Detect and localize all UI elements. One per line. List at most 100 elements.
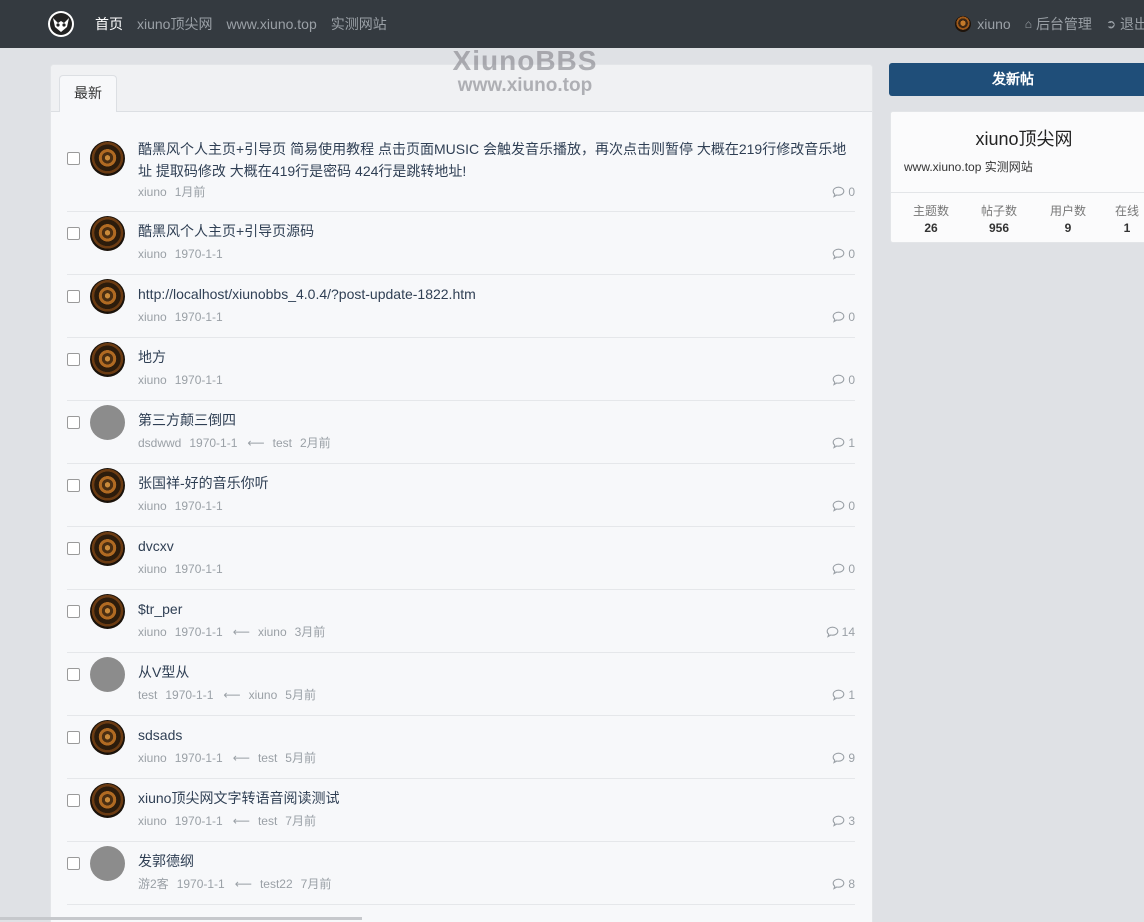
author-avatar[interactable] (90, 216, 125, 251)
watermark: XiunoBBS www.xiuno.top (440, 46, 610, 96)
sign-out-icon: ➲ (1105, 17, 1116, 31)
author-avatar[interactable] (90, 279, 125, 314)
thread-title[interactable]: 张国祥-好的音乐你听 (138, 472, 849, 494)
author-avatar[interactable] (90, 531, 125, 566)
thread-checkbox[interactable] (67, 152, 80, 165)
thread-author[interactable]: dsdwwd (138, 436, 181, 450)
thread-title[interactable]: 地方 (138, 346, 849, 368)
last-reply-user[interactable]: test22 (260, 877, 293, 891)
author-avatar[interactable] (90, 468, 125, 503)
thread-author[interactable]: xiuno (138, 247, 167, 261)
stat-label: 帖子数 (980, 204, 1017, 218)
last-reply-date: 2月前 (299, 436, 331, 450)
logout-link[interactable]: ➲ 退出 (1106, 14, 1144, 34)
author-avatar[interactable] (90, 405, 125, 440)
thread-checkbox[interactable] (67, 857, 80, 870)
user-menu[interactable]: xiuno (955, 16, 1011, 32)
thread-row[interactable]: 地方 xiuno 1970-1-1 0 (67, 338, 855, 401)
top-navbar: 首页 xiuno顶尖网 www.xiuno.top 实测网站 xiuno ⌂ 后… (0, 0, 1144, 48)
author-avatar[interactable] (90, 594, 125, 629)
nav-home[interactable]: 首页 (95, 14, 123, 34)
thread-row[interactable]: xiuno顶尖网文字转语音阅读测试 xiuno 1970-1-1 ⟵ test 7月前 3 (67, 779, 855, 842)
last-reply-user[interactable]: xiuno (249, 688, 278, 702)
thread-checkbox[interactable] (67, 668, 80, 681)
nav-test-site[interactable]: 实测网站 (331, 14, 387, 34)
thread-meta: dsdwwd 1970-1-1 ⟵ test 2月前 (138, 435, 339, 451)
thread-title[interactable]: $tr_per (138, 598, 849, 620)
thread-checkbox[interactable] (67, 605, 80, 618)
thread-row[interactable]: 酷黑风个人主页+引导页 简易使用教程 点击页面MUSIC 会触发音乐播放，再次点… (67, 126, 855, 212)
thread-checkbox[interactable] (67, 479, 80, 492)
last-reply-user[interactable]: xiuno (258, 625, 287, 639)
author-avatar[interactable] (90, 141, 125, 176)
thread-checkbox[interactable] (67, 290, 80, 303)
thread-checkbox[interactable] (67, 416, 80, 429)
thread-author[interactable]: xiuno (138, 499, 167, 513)
thread-checkbox[interactable] (67, 353, 80, 366)
thread-author[interactable]: xiuno (138, 185, 167, 199)
thread-row[interactable]: 张国祥-好的音乐你听 xiuno 1970-1-1 0 (67, 464, 855, 527)
thread-meta: xiuno 1月前 (138, 184, 213, 200)
thread-row[interactable]: 发郭德纲 游2客 1970-1-1 ⟵ test22 7月前 8 (67, 842, 855, 905)
thread-title[interactable]: xiuno顶尖网文字转语音阅读测试 (138, 787, 849, 809)
thread-row[interactable]: $tr_per xiuno 1970-1-1 ⟵ xiuno 3月前 14 (67, 590, 855, 653)
tab-latest[interactable]: 最新 (59, 75, 117, 112)
thread-date: 1月前 (174, 185, 206, 199)
thread-author[interactable]: xiuno (138, 814, 167, 828)
nav-xiuno[interactable]: xiuno顶尖网 (137, 14, 212, 34)
xiuno-logo-icon[interactable] (48, 11, 74, 37)
thread-row[interactable]: 酷黑风个人主页+引导页源码 xiuno 1970-1-1 0 (67, 212, 855, 275)
reply-count: 0 (832, 372, 855, 388)
thread-meta: xiuno 1970-1-1 ⟵ test 5月前 (138, 750, 324, 766)
thread-checkbox[interactable] (67, 731, 80, 744)
thread-title[interactable]: http://localhost/xiunobbs_4.0.4/?post-up… (138, 283, 849, 305)
thread-author[interactable]: xiuno (138, 751, 167, 765)
thread-title[interactable]: dvcxv (138, 535, 849, 557)
thread-author[interactable]: xiuno (138, 562, 167, 576)
thread-row[interactable]: 从V型从 test 1970-1-1 ⟵ xiuno 5月前 1 (67, 653, 855, 716)
thread-author[interactable]: 游2客 (138, 877, 169, 891)
last-reply-user[interactable]: test (273, 436, 292, 450)
thread-author[interactable]: test (138, 688, 157, 702)
last-reply-arrow-icon: ⟵ (232, 814, 250, 828)
last-reply-arrow-icon: ⟵ (234, 877, 252, 891)
author-avatar[interactable] (90, 846, 125, 881)
thread-date: 1970-1-1 (176, 877, 225, 891)
comment-icon (832, 248, 848, 260)
thread-row[interactable]: sdsads xiuno 1970-1-1 ⟵ test 5月前 9 (67, 716, 855, 779)
thread-meta: xiuno 1970-1-1 (138, 498, 231, 514)
author-avatar[interactable] (90, 720, 125, 755)
thread-author[interactable]: xiuno (138, 373, 167, 387)
thread-title[interactable]: sdsads (138, 724, 849, 746)
last-reply-user[interactable]: test (258, 814, 277, 828)
thread-row[interactable]: 第三方颠三倒四 dsdwwd 1970-1-1 ⟵ test 2月前 1 (67, 401, 855, 464)
thread-row[interactable]: http://localhost/xiunobbs_4.0.4/?post-up… (67, 275, 855, 338)
thread-checkbox[interactable] (67, 542, 80, 555)
last-reply-user[interactable]: test (258, 751, 277, 765)
reply-count: 0 (832, 309, 855, 325)
thread-title[interactable]: 发郭德纲 (138, 850, 849, 872)
last-reply-arrow-icon: ⟵ (247, 436, 265, 450)
thread-title[interactable]: 从V型从 (138, 661, 849, 683)
stat-value: 9 (1064, 221, 1072, 235)
thread-checkbox[interactable] (67, 794, 80, 807)
author-avatar[interactable] (90, 342, 125, 377)
thread-title[interactable]: 第三方颠三倒四 (138, 409, 849, 431)
admin-link[interactable]: ⌂ 后台管理 (1025, 14, 1092, 34)
thread-author[interactable]: xiuno (138, 310, 167, 324)
thread-checkbox[interactable] (67, 227, 80, 240)
thread-row[interactable]: dvcxv xiuno 1970-1-1 0 (67, 527, 855, 590)
reply-count-value: 8 (848, 877, 855, 891)
horizontal-scrollbar[interactable] (0, 917, 362, 920)
comment-icon (832, 878, 848, 890)
reply-count: 0 (832, 246, 855, 262)
thread-title[interactable]: 酷黑风个人主页+引导页 简易使用教程 点击页面MUSIC 会触发音乐播放，再次点… (138, 138, 849, 182)
new-post-button[interactable]: 发新帖 (889, 63, 1144, 96)
nav-website[interactable]: www.xiuno.top (226, 16, 316, 32)
stat-label: 主题数 (912, 204, 949, 218)
thread-title[interactable]: 酷黑风个人主页+引导页源码 (138, 220, 849, 242)
stat-users: 用户数 9 (1038, 203, 1098, 237)
thread-author[interactable]: xiuno (138, 625, 167, 639)
author-avatar[interactable] (90, 783, 125, 818)
author-avatar[interactable] (90, 657, 125, 692)
